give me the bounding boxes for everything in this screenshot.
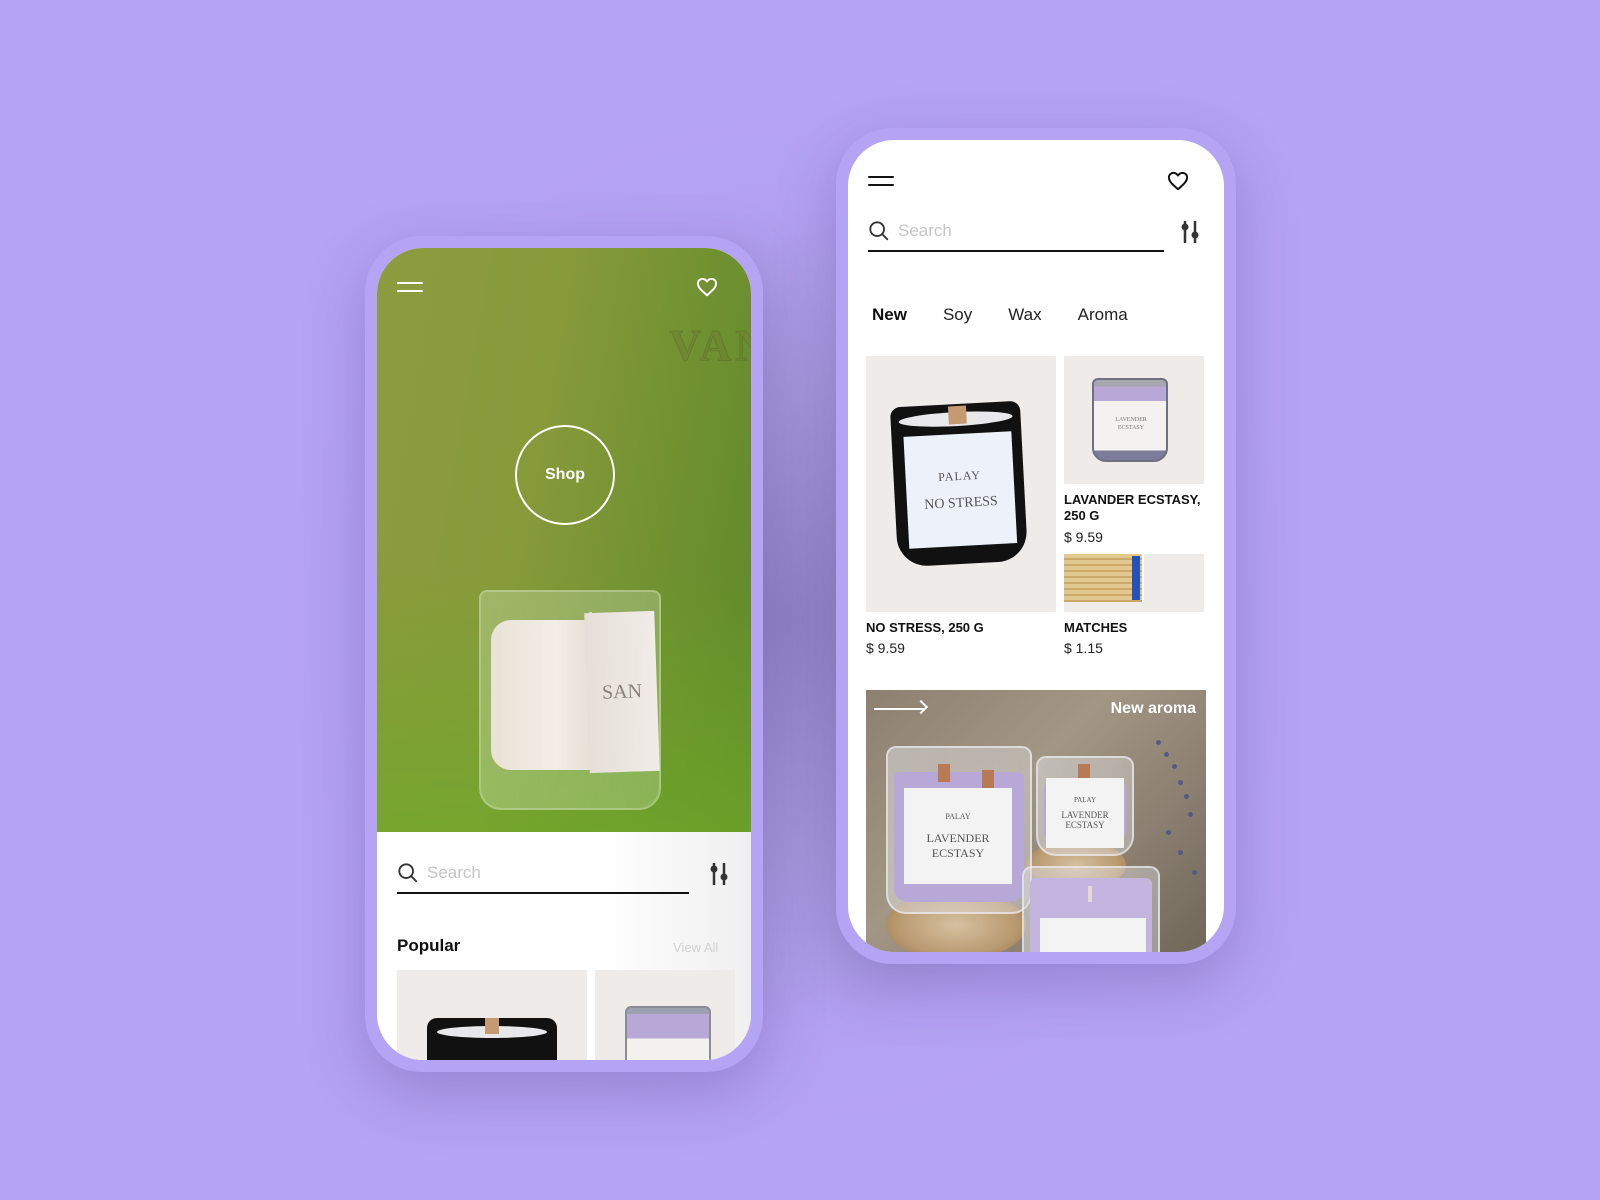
catalog-screen-phone: New Soy Wax Aroma PALAY NO STRESS NO STR… <box>836 128 1236 964</box>
lavender-sprig <box>1192 870 1197 875</box>
tab-aroma[interactable]: Aroma <box>1078 305 1128 325</box>
lavender-candle-jar-medium: PALAY LAVENDER ECSTASY <box>1036 756 1134 856</box>
lavender-candle-image: LAVENDER ECSTASY <box>1092 378 1168 462</box>
wooden-wick <box>947 405 967 425</box>
candle-label-text: LAVENDER ECSTASY <box>1115 417 1147 431</box>
popular-section-title: Popular <box>397 936 461 955</box>
home-screen-phone: VAN Shop SAN <box>365 236 763 1072</box>
jar-label-line2: ECSTASY <box>931 845 985 860</box>
lavender-candle-jar-large: PALAY LAVENDER ECSTASY <box>886 746 1032 914</box>
product-name[interactable]: LAVANDER ECSTASY, 250 G <box>1064 492 1204 524</box>
lavender-sprig <box>1178 850 1183 855</box>
candle-image: SAN <box>479 590 661 810</box>
heart-icon[interactable] <box>1166 170 1190 192</box>
hamburger-menu-icon[interactable] <box>868 173 894 187</box>
cotton-wick <box>1088 886 1092 902</box>
match-heads <box>1132 556 1140 600</box>
jar-label-line1: LAVENDER <box>926 830 990 845</box>
bottom-sheet: Popular View All <box>377 832 751 1060</box>
product-price: $ 9.59 <box>866 640 905 656</box>
product-card-lavander-ecstasy[interactable]: LAVENDER ECSTASY <box>1064 356 1204 484</box>
search-field[interactable] <box>868 220 1164 252</box>
heart-icon[interactable] <box>695 276 719 298</box>
hamburger-menu-icon[interactable] <box>397 279 423 293</box>
black-candle-image <box>427 1018 557 1060</box>
lavender-sprig <box>1172 764 1177 769</box>
candle-label-text: NO STRESS <box>923 493 999 513</box>
popular-product-card[interactable] <box>397 970 587 1060</box>
search-input[interactable] <box>898 221 1098 241</box>
filter-sliders-icon[interactable] <box>707 860 731 888</box>
product-card-no-stress[interactable]: PALAY NO STRESS <box>866 356 1056 612</box>
tab-new[interactable]: New <box>872 305 907 325</box>
black-candle-image: PALAY NO STRESS <box>889 400 1029 568</box>
product-card-matches[interactable] <box>1064 554 1204 612</box>
catalog-screen: New Soy Wax Aroma PALAY NO STRESS NO STR… <box>848 140 1224 952</box>
popular-product-card[interactable] <box>595 970 735 1060</box>
jar-label-line1: LAVENDER <box>1061 810 1109 820</box>
jar-brand: PALAY <box>1073 796 1097 804</box>
product-name[interactable]: NO STRESS, 250 G <box>866 620 984 636</box>
tab-wax[interactable]: Wax <box>1008 305 1041 325</box>
search-field[interactable] <box>397 862 689 894</box>
home-screen: VAN Shop SAN <box>377 248 751 1060</box>
lavender-sprig <box>1178 780 1183 785</box>
product-price: $ 1.15 <box>1064 640 1103 656</box>
candle-label-text: SAN <box>601 679 643 704</box>
shop-button[interactable]: Shop <box>515 425 615 525</box>
jar-label-line2: ECSTASY <box>1065 820 1105 830</box>
matches-image <box>1064 554 1144 602</box>
product-name[interactable]: MATCHES <box>1064 620 1127 636</box>
lavender-sprig <box>1166 830 1171 835</box>
candle-label: SAN <box>584 610 660 774</box>
product-price: $ 9.59 <box>1064 529 1103 545</box>
new-aroma-banner[interactable]: New aroma PALAY LAVENDER ECSTASY PALAY L <box>866 690 1206 952</box>
hero-banner: VAN Shop SAN <box>377 248 751 832</box>
search-icon <box>398 863 418 883</box>
search-input[interactable] <box>427 863 627 883</box>
jar-brand: PALAY <box>945 811 971 821</box>
lavender-sprig <box>1188 812 1193 817</box>
tab-soy[interactable]: Soy <box>943 305 972 325</box>
lavender-sprig <box>1156 740 1161 745</box>
lavender-sprig <box>1164 752 1169 757</box>
lavender-sprig <box>1184 794 1189 799</box>
view-all-link[interactable]: View All <box>673 940 718 955</box>
jar-brand: PALAY <box>1080 951 1105 953</box>
candle-brand: PALAY <box>937 467 982 484</box>
category-tabs: New Soy Wax Aroma <box>872 305 1164 325</box>
banner-title: New aroma <box>1110 700 1196 717</box>
search-icon <box>869 221 889 241</box>
lavender-candle-image <box>625 1006 711 1060</box>
candle-label: PALAY NO STRESS <box>903 431 1018 549</box>
shop-button-label: Shop <box>545 466 585 483</box>
filter-sliders-icon[interactable] <box>1178 218 1202 246</box>
hero-background-word: VAN <box>669 321 751 371</box>
wooden-wick <box>485 1018 499 1034</box>
lavender-candle-jar-small: PALAY <box>1022 866 1160 952</box>
